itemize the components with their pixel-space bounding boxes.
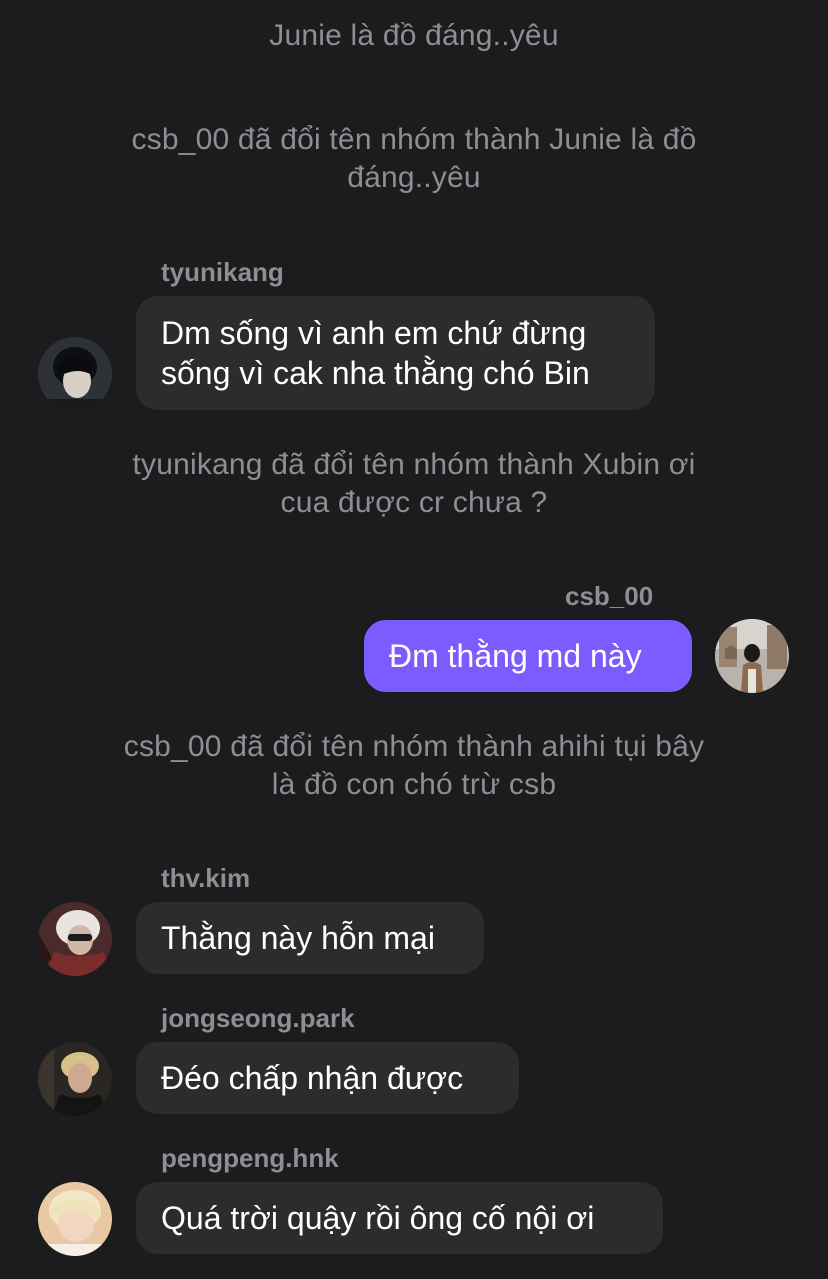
- system-message: Junie là đồ đáng..yêu: [269, 19, 559, 52]
- avatar[interactable]: [38, 1042, 112, 1116]
- message-text: Đm thằng md này: [389, 638, 642, 674]
- sender-name: pengpeng.hnk: [161, 1143, 339, 1173]
- avatar[interactable]: [38, 902, 112, 976]
- system-message: csb_00 đã đổi tên nhóm thành Junie là đồ…: [131, 123, 697, 194]
- message-text: Đéo chấp nhận được: [161, 1060, 464, 1096]
- sender-name: thv.kim: [161, 863, 251, 893]
- message-bubble[interactable]: Dm sống vì anh em chứ đừng sống vì cak n…: [136, 296, 655, 410]
- sender-name: jongseong.park: [161, 1003, 355, 1033]
- avatar[interactable]: [38, 1182, 112, 1256]
- message-text: Thằng này hỗn mại: [161, 920, 435, 956]
- message-bubble[interactable]: Đéo chấp nhận được: [136, 1042, 519, 1114]
- sender-name: csb_00: [565, 581, 654, 611]
- message-bubble[interactable]: Đm thằng md này: [364, 620, 692, 692]
- system-message: tyunikang đã đổi tên nhóm thành Xubin ơi…: [132, 448, 696, 519]
- system-message: csb_00 đã đổi tên nhóm thành ahihi tụi b…: [123, 730, 705, 801]
- message-text: Dm sống vì anh em chứ đừng sống vì cak n…: [161, 315, 590, 391]
- avatar[interactable]: [715, 619, 789, 693]
- message-bubble[interactable]: Thằng này hỗn mại: [136, 902, 484, 974]
- sender-name: tyunikang: [161, 257, 284, 287]
- message-bubble[interactable]: Quá trời quậy rồi ông cố nội ơi: [136, 1182, 663, 1254]
- avatar[interactable]: [38, 337, 112, 411]
- message-text: Quá trời quậy rồi ông cố nội ơi: [161, 1200, 595, 1236]
